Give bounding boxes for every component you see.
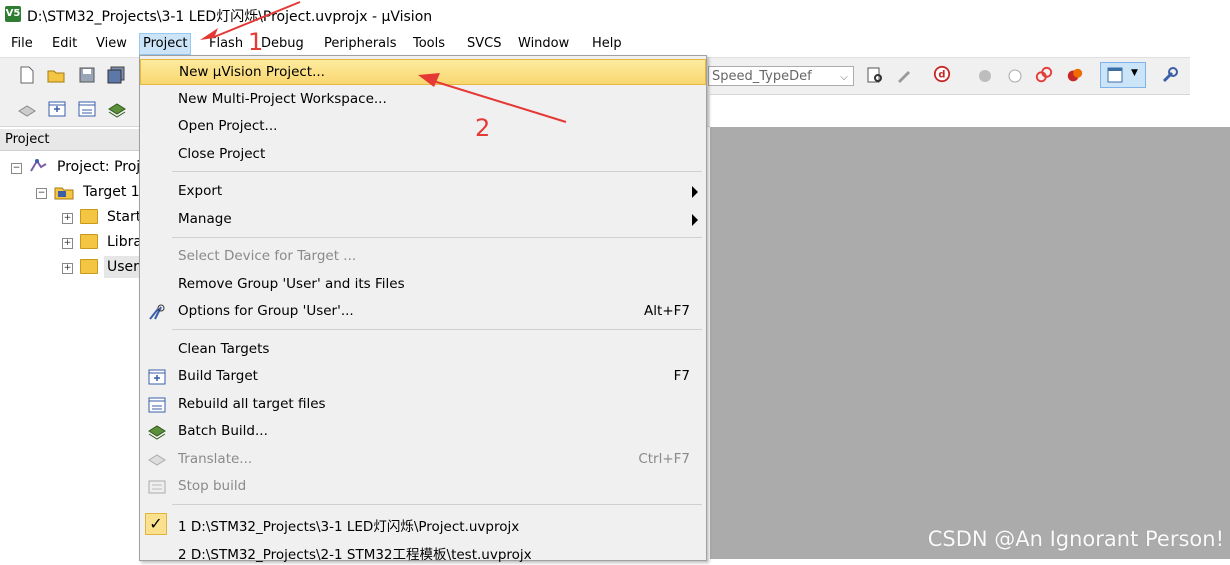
menu-file[interactable]: File bbox=[8, 34, 36, 54]
menu-separator bbox=[172, 237, 702, 238]
menu-item-stop-build[interactable]: Stop build bbox=[140, 474, 706, 500]
batch-build-icon[interactable] bbox=[108, 101, 126, 119]
menu-item-remove-group[interactable]: Remove Group 'User' and its Files bbox=[140, 272, 706, 298]
menu-item-translate[interactable]: Translate... Ctrl+F7 bbox=[140, 447, 706, 473]
window-title: D:\STM32_Projects\3-1 LED灯闪烁\Project.uvp… bbox=[27, 9, 433, 25]
configure-icon[interactable] bbox=[1161, 66, 1179, 84]
menu-item-rebuild-all[interactable]: Rebuild all target files bbox=[140, 392, 706, 418]
chevron-down-icon[interactable]: ⌵ bbox=[837, 68, 851, 84]
folder-icon bbox=[80, 209, 98, 224]
remove-breakpoints-icon[interactable] bbox=[1066, 66, 1084, 84]
menu-bar: File Edit View Project Flash Debug Perip… bbox=[0, 30, 1230, 56]
menu-separator bbox=[172, 171, 702, 172]
target-icon bbox=[54, 187, 74, 200]
group-library[interactable]: Libra bbox=[107, 231, 142, 253]
save-all-icon[interactable] bbox=[107, 66, 125, 84]
menu-item-select-device[interactable]: Select Device for Target ... bbox=[140, 244, 706, 270]
chevron-down-icon: ▼ bbox=[1131, 68, 1138, 78]
menu-item-new-project[interactable]: New µVision Project... bbox=[140, 59, 706, 85]
menu-window[interactable]: Window bbox=[515, 34, 572, 54]
menu-svcs[interactable]: SVCS bbox=[464, 34, 504, 54]
translate-icon[interactable] bbox=[18, 101, 36, 119]
menu-item-close-project[interactable]: Close Project bbox=[140, 142, 706, 168]
project-root[interactable]: Project: Proj bbox=[57, 156, 140, 178]
menu-view[interactable]: View bbox=[93, 34, 130, 54]
project-menu: New µVision Project... New Multi-Project… bbox=[139, 55, 707, 563]
menu-debug[interactable]: Debug bbox=[258, 34, 307, 54]
menu-separator bbox=[172, 329, 702, 330]
menu-item-new-workspace[interactable]: New Multi-Project Workspace... bbox=[140, 87, 706, 113]
options-icon bbox=[149, 304, 165, 320]
annotation-label-1: 1 bbox=[248, 28, 264, 56]
menu-edit[interactable]: Edit bbox=[49, 34, 80, 54]
check-icon: ✓ bbox=[145, 513, 167, 535]
function-combo[interactable]: Speed_TypeDef ⌵ bbox=[708, 66, 854, 86]
expand-icon[interactable]: + bbox=[62, 263, 73, 274]
target-node[interactable]: Target 1 bbox=[83, 181, 140, 203]
folder-icon bbox=[80, 234, 98, 249]
collapse-icon[interactable]: − bbox=[11, 163, 22, 174]
project-pane: Project − Project: Proj − Target 1 + Sta… bbox=[0, 127, 142, 559]
uvision-app-icon: V5 bbox=[5, 6, 21, 22]
open-folder-icon[interactable] bbox=[47, 66, 65, 84]
project-pane-header: Project bbox=[0, 129, 140, 151]
menu-separator bbox=[172, 504, 702, 505]
new-file-icon[interactable] bbox=[18, 66, 36, 84]
build-icon[interactable] bbox=[48, 100, 66, 118]
menu-item-build-target[interactable]: Build Target F7 bbox=[140, 364, 706, 390]
find-in-files-icon[interactable] bbox=[866, 66, 884, 84]
layout-icon bbox=[1107, 67, 1123, 83]
menu-help[interactable]: Help bbox=[589, 34, 625, 54]
menu-item-manage[interactable]: Manage bbox=[140, 207, 706, 233]
watermark: CSDN @An Ignorant Person! bbox=[927, 527, 1224, 551]
menu-item-batch-build[interactable]: Batch Build... bbox=[140, 419, 706, 445]
menu-project[interactable]: Project bbox=[139, 33, 192, 55]
save-icon[interactable] bbox=[78, 66, 96, 84]
build-icon bbox=[148, 369, 166, 385]
kill-breakpoints-icon[interactable] bbox=[1035, 66, 1053, 84]
menu-item-open-project[interactable]: Open Project... bbox=[140, 114, 706, 140]
debug-session-icon[interactable]: d bbox=[933, 65, 951, 83]
editor-area bbox=[710, 127, 1230, 559]
group-start[interactable]: Start bbox=[107, 206, 141, 228]
window-layout-button[interactable]: ▼ bbox=[1100, 62, 1146, 88]
project-root-icon bbox=[30, 159, 47, 172]
annotation-label-2: 2 bbox=[475, 114, 491, 142]
menu-flash[interactable]: Flash bbox=[206, 34, 246, 54]
breakpoint-disabled-icon[interactable] bbox=[1006, 67, 1024, 85]
rebuild-icon[interactable] bbox=[78, 100, 96, 118]
expand-icon[interactable]: + bbox=[62, 213, 73, 224]
translate-icon bbox=[148, 454, 166, 466]
menu-peripherals[interactable]: Peripherals bbox=[321, 34, 400, 54]
menu-item-options-for-group[interactable]: Options for Group 'User'... Alt+F7 bbox=[140, 299, 706, 325]
combo-value: Speed_TypeDef bbox=[712, 69, 812, 84]
submenu-arrow-icon bbox=[692, 186, 698, 198]
folder-icon bbox=[80, 259, 98, 274]
breakpoint-icon[interactable] bbox=[976, 67, 994, 85]
collapse-icon[interactable]: − bbox=[36, 188, 47, 199]
menu-item-recent-project-2[interactable]: 2 D:\STM32_Projects\2-1 STM32工程模板\test.u… bbox=[140, 539, 706, 565]
title-bar: V5 D:\STM32_Projects\3-1 LED灯闪烁\Project.… bbox=[0, 0, 1230, 30]
menu-item-recent-project-1[interactable]: ✓ 1 D:\STM32_Projects\3-1 LED灯闪烁\Project… bbox=[140, 511, 706, 537]
batch-build-icon bbox=[148, 425, 166, 440]
expand-icon[interactable]: + bbox=[62, 238, 73, 249]
stop-build-icon bbox=[148, 480, 166, 494]
group-user[interactable]: User bbox=[104, 256, 142, 278]
svg-text:d: d bbox=[938, 70, 945, 81]
submenu-arrow-icon bbox=[692, 214, 698, 226]
menu-tools[interactable]: Tools bbox=[410, 34, 448, 54]
rebuild-icon bbox=[148, 397, 166, 413]
menu-item-export[interactable]: Export bbox=[140, 179, 706, 205]
menu-item-clean-targets[interactable]: Clean Targets bbox=[140, 337, 706, 363]
incremental-find-icon[interactable] bbox=[895, 66, 913, 84]
